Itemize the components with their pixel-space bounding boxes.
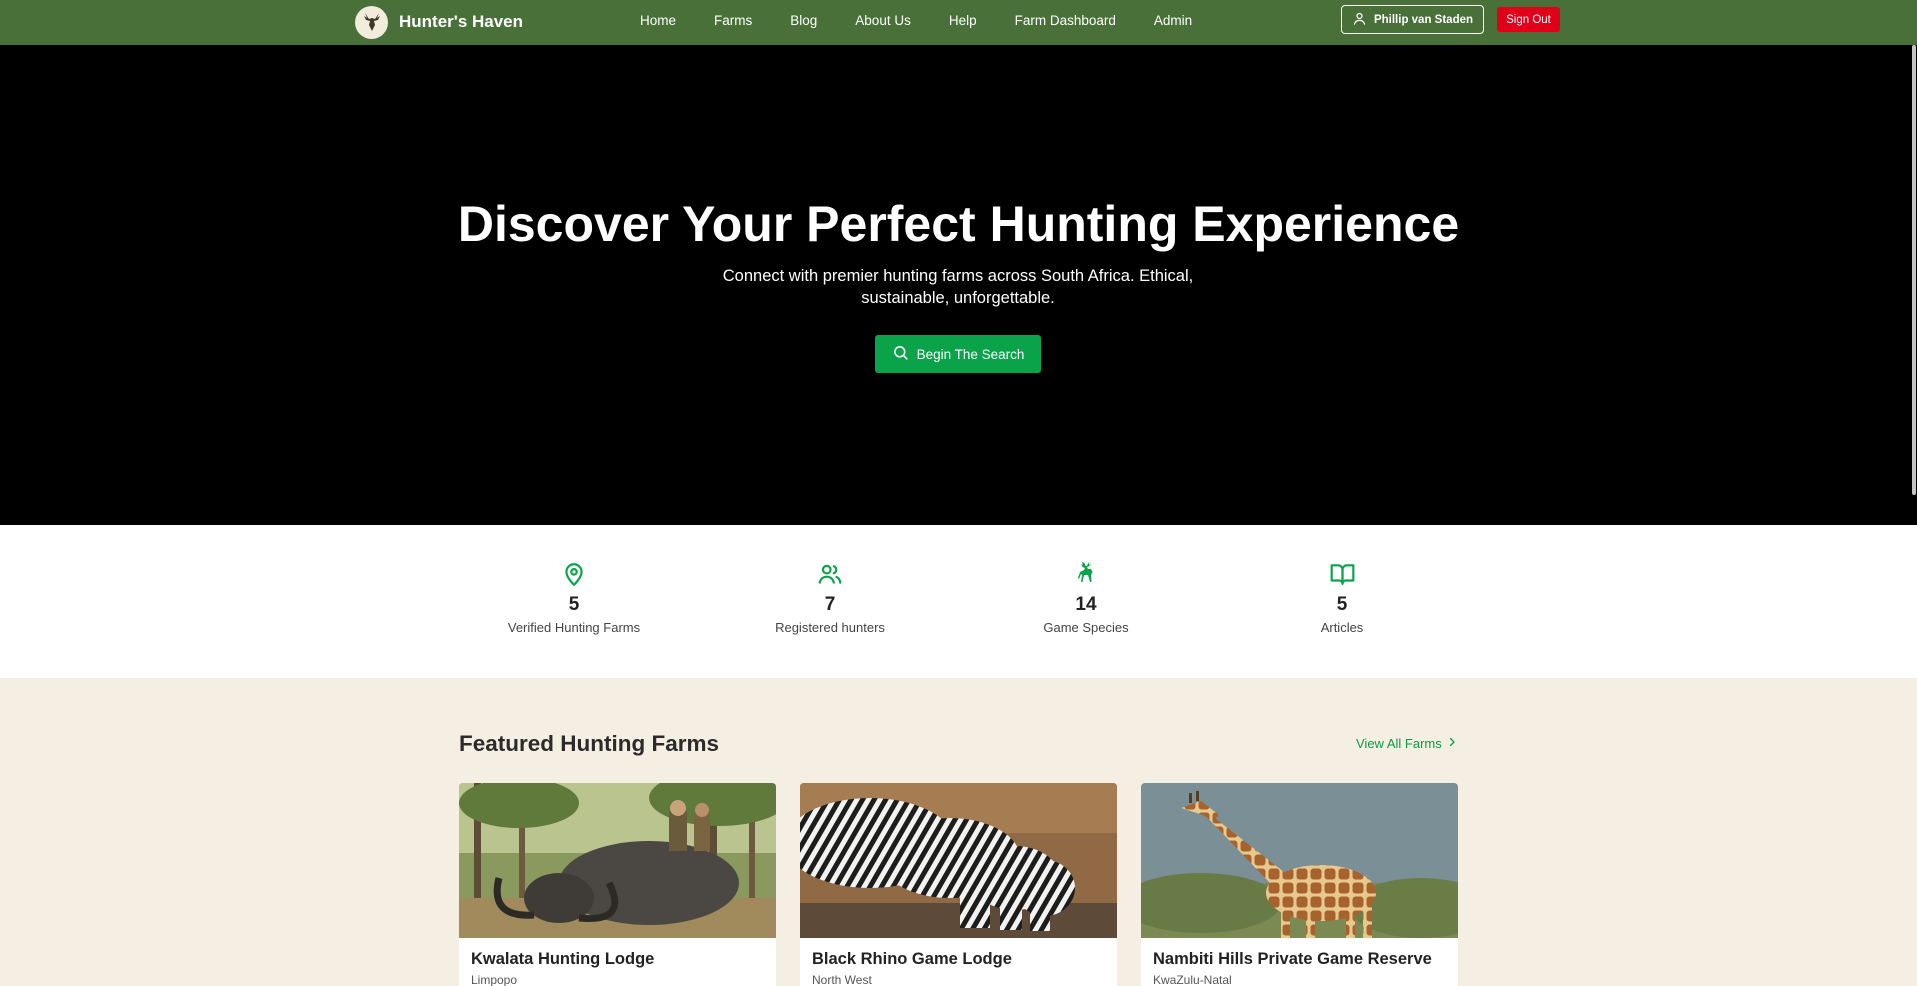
nav-link-farms[interactable]: Farms <box>714 13 752 28</box>
stats-section: 5 Verified Hunting Farms 7 Registered hu… <box>0 525 1917 678</box>
stat-label: Game Species <box>1043 620 1129 635</box>
stat-label: Registered hunters <box>775 620 885 635</box>
stat-articles: 5 Articles <box>1242 560 1442 635</box>
begin-search-label: Begin The Search <box>916 346 1025 362</box>
stat-value: 7 <box>824 594 836 615</box>
nav-link-about-us[interactable]: About Us <box>855 13 911 28</box>
deer-icon <box>986 560 1186 588</box>
deer-head-icon <box>355 5 388 39</box>
user-icon <box>1352 11 1367 29</box>
page-scrollbar[interactable] <box>1912 45 1916 495</box>
stat-label: Articles <box>1320 620 1364 635</box>
hero-section: Discover Your Perfect Hunting Experience… <box>0 45 1917 525</box>
book-open-icon <box>1242 560 1442 588</box>
user-profile-button[interactable]: Phillip van Staden <box>1341 5 1484 34</box>
begin-search-button[interactable]: Begin The Search <box>875 335 1041 373</box>
search-icon <box>892 344 909 364</box>
stat-game-species: 14 Game Species <box>986 560 1186 635</box>
chevron-right-icon <box>1446 736 1458 751</box>
featured-section-title: Featured Hunting Farms <box>459 731 720 756</box>
farm-image <box>1141 783 1458 938</box>
stat-value: 5 <box>1336 594 1348 615</box>
brand[interactable]: Hunter's Haven <box>355 3 523 41</box>
stat-value: 14 <box>1075 594 1097 615</box>
nav-link-farm-dashboard[interactable]: Farm Dashboard <box>1015 13 1116 28</box>
top-navbar: Hunter's Haven Home Farms Blog About Us … <box>0 0 1917 45</box>
sign-out-button[interactable]: Sign Out <box>1497 7 1560 32</box>
stat-registered-hunters: 7 Registered hunters <box>730 560 930 635</box>
stat-value: 5 <box>568 594 580 615</box>
map-pin-icon <box>474 560 674 588</box>
stat-label: Verified Hunting Farms <box>507 620 641 635</box>
farm-card[interactable]: Black Rhino Game Lodge North West <box>800 783 1117 986</box>
farm-name: Nambiti Hills Private Game Reserve <box>1153 950 1432 968</box>
farm-card[interactable]: Nambiti Hills Private Game Reserve KwaZu… <box>1141 783 1458 986</box>
main-nav: Home Farms Blog About Us Help Farm Dashb… <box>640 0 1230 40</box>
farm-name: Black Rhino Game Lodge <box>812 950 1012 968</box>
stat-verified-farms: 5 Verified Hunting Farms <box>474 560 674 635</box>
farm-location: North West <box>812 973 872 986</box>
user-name-label: Phillip van Staden <box>1373 13 1474 26</box>
view-all-farms-link[interactable]: View All Farms <box>1356 736 1458 751</box>
farm-name: Kwalata Hunting Lodge <box>471 950 655 968</box>
nav-link-admin[interactable]: Admin <box>1154 13 1192 28</box>
nav-link-blog[interactable]: Blog <box>790 13 817 28</box>
hero-title: Discover Your Perfect Hunting Experience <box>457 196 1460 252</box>
users-icon <box>730 560 930 588</box>
hero-subtitle: Connect with premier hunting farms acros… <box>722 267 1194 307</box>
farm-location: Limpopo <box>471 973 518 986</box>
brand-name: Hunter's Haven <box>399 12 524 31</box>
nav-link-home[interactable]: Home <box>640 13 676 28</box>
farm-image <box>800 783 1117 938</box>
farm-card[interactable]: Kwalata Hunting Lodge Limpopo <box>459 783 776 986</box>
farm-location: KwaZulu-Natal <box>1153 973 1232 986</box>
nav-link-help[interactable]: Help <box>949 13 977 28</box>
farm-image <box>459 783 776 938</box>
view-all-label: View All Farms <box>1356 736 1442 751</box>
